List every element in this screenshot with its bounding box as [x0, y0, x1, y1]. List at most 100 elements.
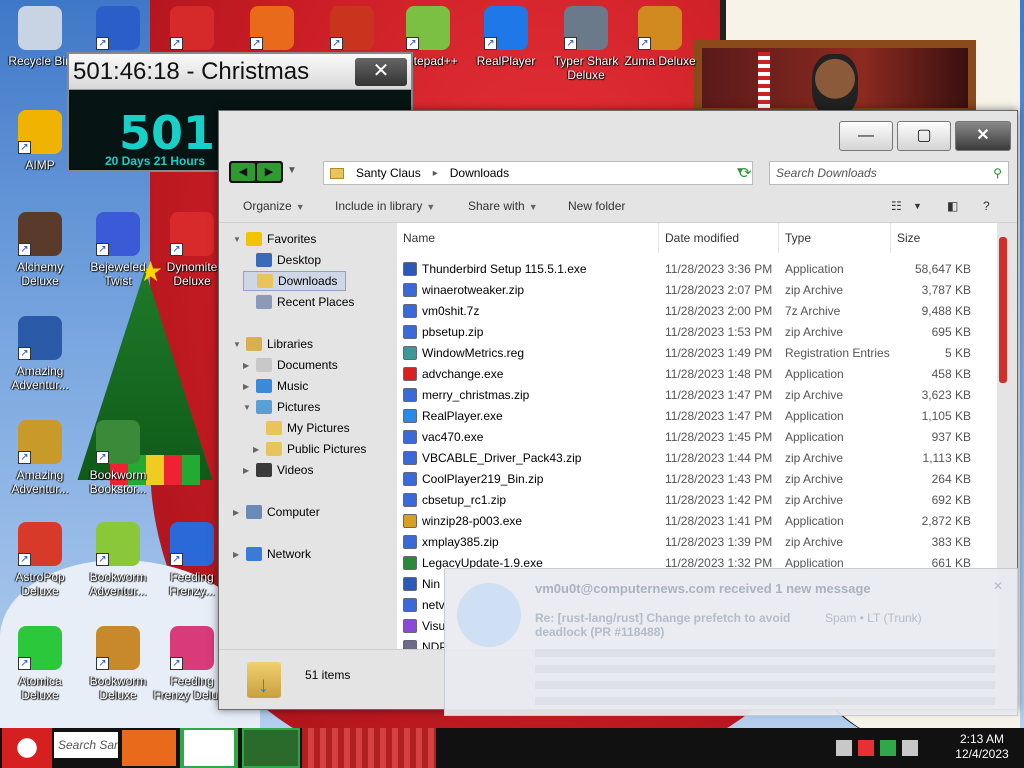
expand-chevron-icon[interactable]: ▶ [253, 445, 261, 454]
mail-notification-toast[interactable]: vm0u0t@computernews.com received 1 new m… [444, 568, 1018, 716]
desktop-icon[interactable]: ↗ [232, 6, 312, 54]
view-options-icon[interactable]: ☷ [891, 199, 902, 213]
breadcrumb-separator-icon[interactable]: ▸ [433, 168, 438, 179]
countdown-close-button[interactable]: ✕ [355, 58, 407, 86]
column-header-date[interactable]: Date modified [659, 223, 779, 253]
window-caption[interactable]: — ▢ ✕ [219, 111, 1017, 155]
desktop-icon[interactable]: ↗ Alchemy Deluxe [0, 212, 80, 288]
tray-network-icon[interactable] [880, 740, 896, 756]
forward-button[interactable]: ▶ [257, 163, 281, 181]
nav-tree-item[interactable]: Recent Places [243, 292, 354, 312]
nav-tree-item[interactable]: ▶ Music [243, 376, 308, 396]
nav-tree-item[interactable]: ▶ Documents [243, 355, 338, 375]
taskbar-clock[interactable]: 2:13 AM 12/4/2023 [946, 732, 1018, 762]
expand-chevron-icon[interactable]: ▼ [233, 235, 241, 244]
chrome-taskbar-button[interactable] [182, 728, 236, 768]
countdown-big-display: 501: [119, 106, 234, 160]
file-row[interactable]: advchange.exe 11/28/2023 1:48 PM Applicati… [397, 365, 997, 386]
file-row[interactable]: Thunderbird Setup 115.5.1.exe 11/28/2023 … [397, 260, 997, 281]
minimize-button[interactable]: — [839, 121, 893, 151]
file-row[interactable]: cbsetup_rc1.zip 11/28/2023 1:42 PM zip Arc… [397, 491, 997, 512]
new-folder-button[interactable]: New folder [568, 199, 625, 213]
search-input[interactable]: Search Downloads ⚲ [769, 161, 1009, 185]
nav-tree-item[interactable]: ▼ Favorites [233, 229, 316, 249]
desktop-icon[interactable]: ↗ Bookworm Bookstor... [78, 420, 158, 496]
file-row[interactable]: WindowMetrics.reg 11/28/2023 1:49 PM Regis… [397, 344, 997, 365]
taskbar-search-input[interactable]: Search Santa [54, 732, 118, 758]
desktop-icon-label: Bookworm Adventur... [89, 570, 147, 598]
help-button[interactable]: ? [983, 199, 990, 213]
nav-tree-item[interactable]: My Pictures [253, 418, 350, 438]
close-icon[interactable]: ✕ [993, 579, 1003, 593]
desktop-icon[interactable]: ↗ Amazing Adventur... [0, 420, 80, 496]
tray-volume-icon[interactable] [902, 740, 918, 756]
desktop-icon[interactable]: ↗ Amazing Adventur... [0, 316, 80, 392]
file-row[interactable]: RealPlayer.exe 11/28/2023 1:47 PM Applicat… [397, 407, 997, 428]
nav-tree-item[interactable]: Downloads [243, 271, 347, 291]
expand-chevron-icon[interactable]: ▶ [233, 550, 241, 559]
maximize-button[interactable]: ▢ [897, 121, 951, 151]
nav-tree-item[interactable]: ▼ Libraries [233, 334, 313, 354]
expand-chevron-icon[interactable]: ▼ [243, 403, 251, 412]
file-row[interactable]: winzip28-p003.exe 11/28/2023 1:41 PM Appli… [397, 512, 997, 533]
file-row[interactable]: winaerotweaker.zip 11/28/2023 2:07 PM zip … [397, 281, 997, 302]
nav-tree-item[interactable]: Desktop [243, 250, 321, 270]
desktop-icon-label: RealPlayer [476, 54, 536, 68]
share-with-menu[interactable]: Share with ▼ [468, 199, 538, 213]
file-row[interactable]: VBCABLE_Driver_Pack43.zip 11/28/2023 1:44… [397, 449, 997, 470]
photo-frame-gadget[interactable] [694, 40, 976, 116]
search-icon[interactable]: ⚲ [993, 162, 1002, 184]
desktop-icon[interactable]: ↗ RealPlayer [466, 6, 546, 68]
command-bar: Organize ▼ Include in library ▼ Share with… [219, 189, 1017, 223]
expand-chevron-icon[interactable]: ▶ [243, 466, 251, 475]
nav-tree-item[interactable]: ▶ Videos [243, 460, 313, 480]
column-header-type[interactable]: Type [779, 223, 891, 253]
desktop-icon[interactable]: ↗ Atomica Deluxe [0, 626, 80, 702]
nav-tree-item[interactable]: ▶ Public Pictures [253, 439, 366, 459]
start-button[interactable] [2, 728, 52, 768]
file-name: pbsetup.zip [422, 325, 484, 339]
address-bar[interactable]: Santy Claus ▸ Downloads [323, 161, 753, 185]
column-header-name[interactable]: Name [397, 223, 659, 253]
breadcrumb-user[interactable]: Santy Claus [356, 166, 421, 180]
file-row[interactable]: vac470.exe 11/28/2023 1:45 PM Application 9… [397, 428, 997, 449]
desktop-icon[interactable]: ↗ [152, 6, 232, 54]
file-name-cell: RealPlayer.exe [403, 409, 503, 423]
refresh-icon[interactable]: ⟳ [739, 164, 752, 182]
expand-chevron-icon[interactable]: ▼ [233, 340, 241, 349]
expand-chevron-icon[interactable]: ▶ [243, 382, 251, 391]
nav-tree-item[interactable]: ▶ Network [233, 544, 311, 564]
back-button[interactable]: ◀ [231, 163, 255, 181]
tray-action-center-icon[interactable] [858, 740, 874, 756]
file-row[interactable]: pbsetup.zip 11/28/2023 1:53 PM zip Archive… [397, 323, 997, 344]
view-dropdown-icon[interactable]: ▼ [913, 201, 922, 211]
desktop-icon[interactable]: ↗ [312, 6, 392, 54]
file-row[interactable]: vm0shit.7z 11/28/2023 2:00 PM 7z Archive 9,… [397, 302, 997, 323]
desktop-icon[interactable]: ↗ [78, 6, 158, 54]
recent-pages-chevron-icon[interactable]: ▼ [287, 165, 297, 176]
desktop-icon[interactable]: ↗ Bejeweled Twist [78, 212, 158, 288]
file-size: 3,623 KB [921, 388, 971, 402]
include-in-library-menu[interactable]: Include in library ▼ [335, 199, 435, 213]
expand-chevron-icon[interactable]: ▶ [243, 361, 251, 370]
file-type: zip Archive [785, 472, 844, 486]
expand-chevron-icon[interactable]: ▶ [233, 508, 241, 517]
tray-flag-icon[interactable] [836, 740, 852, 756]
nav-tree-item[interactable]: ▼ Pictures [243, 397, 320, 417]
column-header-size[interactable]: Size [891, 223, 981, 253]
desktop-icon[interactable]: ↗ AstroPop Deluxe [0, 522, 80, 598]
file-row[interactable]: CoolPlayer219_Bin.zip 11/28/2023 1:43 PM z… [397, 470, 997, 491]
desktop-icon[interactable]: ↗ Zuma Deluxe [620, 6, 700, 68]
breadcrumb-downloads[interactable]: Downloads [450, 166, 509, 180]
vertical-scrollbar[interactable] [999, 237, 1007, 383]
nav-tree-item[interactable]: ▶ Computer [233, 502, 320, 522]
file-row[interactable]: merry_christmas.zip 11/28/2023 1:47 PM zip… [397, 386, 997, 407]
organize-menu[interactable]: Organize ▼ [243, 199, 305, 213]
preview-pane-icon[interactable]: ◧ [947, 199, 958, 213]
christmas-tree-taskbar-button[interactable] [242, 728, 300, 768]
file-row[interactable]: xmplay385.zip 11/28/2023 1:39 PM zip Archi… [397, 533, 997, 554]
desktop-icon[interactable]: ↗ Bookworm Adventur... [78, 522, 158, 598]
close-button[interactable]: ✕ [955, 121, 1011, 151]
desktop-icon[interactable]: ↗ Typer Shark Deluxe [546, 6, 626, 82]
desktop-icon[interactable]: ↗ Bookworm Deluxe [78, 626, 158, 702]
